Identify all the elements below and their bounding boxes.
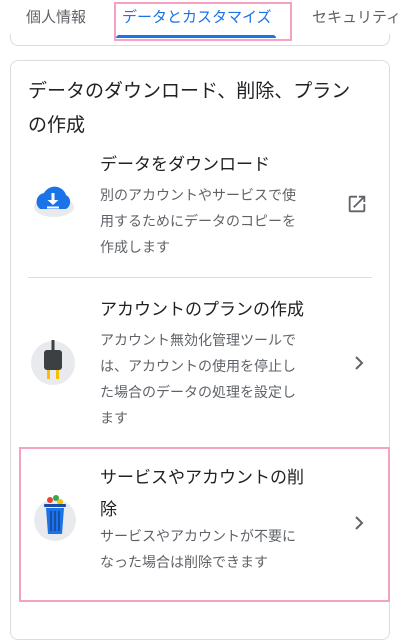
download-data-title: データをダウンロード [100, 155, 270, 175]
power-plug-icon [30, 338, 76, 392]
open-in-new-icon[interactable] [346, 193, 368, 220]
section-title: データのダウンロード、削除、プラン の作成 [28, 80, 351, 136]
previous-card-edge [10, 34, 390, 46]
download-data-item[interactable]: データをダウンロード 別のアカウントやサービスで使 用するためにデータのコピーを… [10, 145, 390, 275]
account-plan-title: アカウントのプランの作成 [100, 300, 304, 320]
cloud-download-icon [30, 183, 76, 223]
account-plan-description: アカウント無効化管理ツールで は、アカウントの使用を停止し た場合のデータの処理… [100, 333, 296, 427]
download-data-description: 別のアカウントやサービスで使 用するためにデータのコピーを 作成します [100, 188, 296, 256]
chevron-right-icon[interactable] [353, 352, 365, 376]
account-plan-item[interactable]: アカウントのプランの作成 アカウント無効化管理ツールで は、アカウントの使用を停… [10, 290, 390, 435]
delete-item-highlight [19, 447, 390, 602]
item-divider [28, 277, 372, 278]
